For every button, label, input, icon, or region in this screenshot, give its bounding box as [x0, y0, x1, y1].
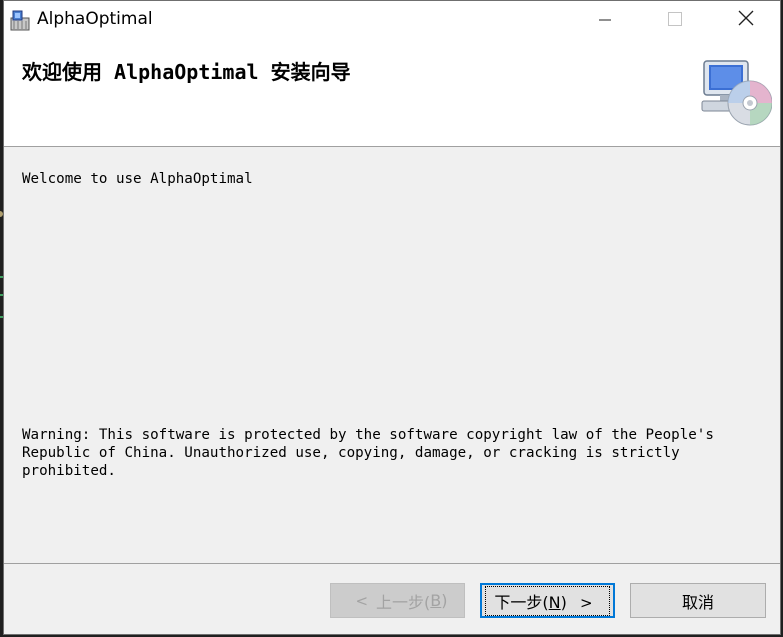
installer-icon [8, 8, 32, 32]
next-button-label: 下一步( [494, 592, 549, 612]
maximize-icon [668, 11, 682, 30]
window-title: AlphaOptimal [37, 9, 153, 29]
installer-window: AlphaOptimal 欢迎使用 AlphaOptimal 安装向导 Welc… [3, 0, 781, 635]
copyright-warning: Warning: This software is protected by t… [22, 427, 714, 479]
close-icon [738, 10, 754, 30]
chevron-right-icon: > [579, 593, 593, 612]
computer-cd-icon [698, 57, 773, 129]
minimize-icon [599, 11, 611, 30]
content-area: Welcome to use AlphaOptimal Warning: Thi… [4, 147, 780, 563]
back-button-mnemonic: B [430, 591, 442, 610]
cancel-button[interactable]: 取消 [630, 583, 766, 618]
maximize-button[interactable] [652, 1, 698, 39]
next-button-suffix: ) [560, 592, 567, 612]
chevron-left-icon: < [355, 591, 369, 610]
title-bar[interactable]: AlphaOptimal [4, 1, 780, 39]
next-button[interactable]: 下一步(N) > [480, 583, 615, 618]
back-button[interactable]: < 上一步(B) [330, 583, 465, 618]
next-button-mnemonic: N [548, 592, 561, 612]
minimize-button[interactable] [582, 1, 628, 39]
button-bar: < 上一步(B) 下一步(N) > 取消 [4, 563, 780, 634]
next-button-focus-ring: 下一步(N) > [485, 585, 610, 616]
welcome-message: Welcome to use AlphaOptimal [22, 171, 253, 187]
back-button-label: 上一步( [376, 592, 431, 612]
page-title: 欢迎使用 AlphaOptimal 安装向导 [22, 60, 351, 84]
back-button-suffix: ) [441, 591, 448, 610]
close-button[interactable] [723, 1, 769, 39]
cancel-button-label: 取消 [681, 592, 714, 612]
header-banner: 欢迎使用 AlphaOptimal 安装向导 [4, 39, 780, 147]
